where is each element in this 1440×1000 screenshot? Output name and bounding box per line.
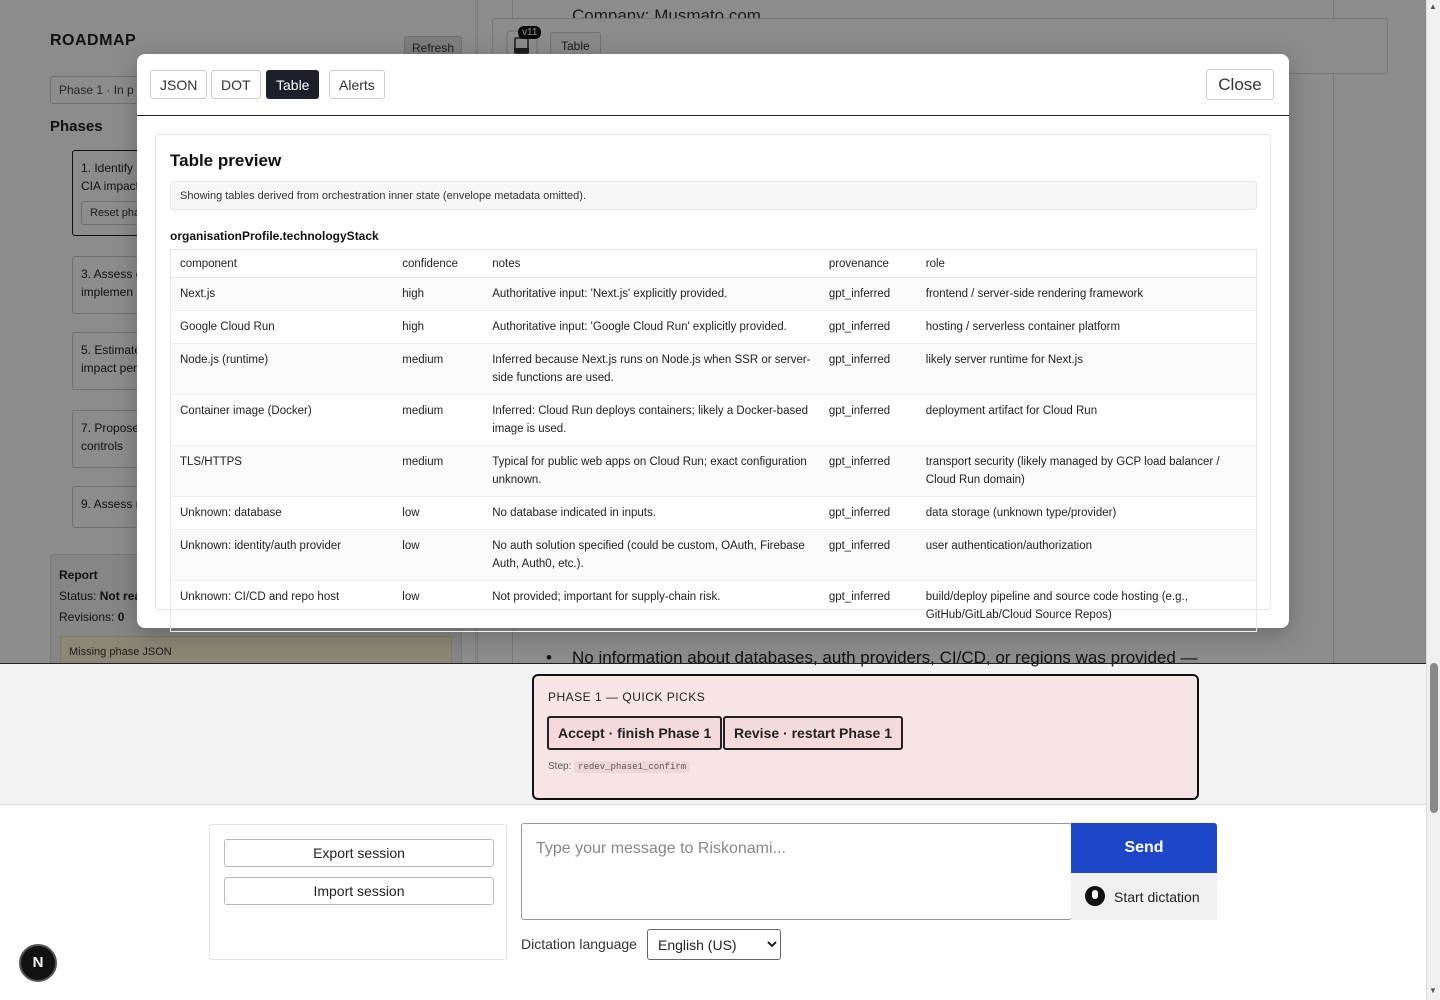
table-cell: Typical for public web apps on Cloud Run… (483, 445, 820, 497)
close-button[interactable]: Close (1206, 69, 1274, 100)
table-row: Next.js high Authoritative input: 'Next.js… (170, 277, 1257, 311)
quick-picks-panel: PHASE 1 — QUICK PICKS Accept · finish Ph… (532, 674, 1199, 800)
tab-json[interactable]: JSON (150, 70, 208, 99)
table-cell: No auth solution specified (could be cus… (483, 529, 820, 581)
table-cell: high (393, 310, 484, 344)
table-cell: Google Cloud Run (170, 310, 394, 344)
dictation-language-select[interactable]: English (US) (647, 929, 781, 960)
step-label: Step: (548, 761, 572, 772)
table-cell: transport security (likely managed by GC… (916, 445, 1257, 497)
start-dictation-button[interactable]: Start dictation (1071, 873, 1217, 920)
column-header: confidence (393, 249, 484, 278)
table-cell: low (393, 529, 484, 581)
table-cell: frontend / server-side rendering framewo… (916, 277, 1257, 311)
table-cell: Unknown: identity/auth provider (170, 529, 394, 581)
modal-header: JSON DOT Table Alerts Close (137, 54, 1289, 116)
next-logo-icon[interactable]: N (19, 944, 57, 982)
tab-table[interactable]: Table (266, 70, 320, 99)
table-cell: Next.js (170, 277, 394, 311)
column-header: provenance (819, 249, 917, 278)
table-cell: deployment artifact for Cloud Run (916, 394, 1257, 446)
accept-phase-button[interactable]: Accept · finish Phase 1 (547, 716, 723, 750)
dictation-language-label: Dictation language (521, 936, 637, 952)
table-row: Google Cloud Run high Authoritative input:… (170, 310, 1257, 344)
table-cell: gpt_inferred (819, 496, 917, 530)
table-cell: Inferred: Cloud Run deploys containers; … (483, 394, 820, 446)
scroll-up-icon[interactable]: ▲ (1429, 2, 1437, 11)
table-cell: Authoritative input: 'Next.js' explicitl… (483, 277, 820, 311)
table-cell: Node.js (runtime) (170, 343, 394, 395)
table-cell: gpt_inferred (819, 394, 917, 446)
table-body: Next.js high Authoritative input: 'Next.js… (170, 277, 1257, 632)
table-cell: Not provided; important for supply-chain… (483, 580, 820, 632)
session-panel: Export session Import session (209, 824, 507, 960)
table-cell: gpt_inferred (819, 580, 917, 632)
step-code: redev_phase1_confirm (574, 761, 691, 773)
table-cell: TLS/HTTPS (170, 445, 394, 497)
table-row: Unknown: database low No database indicate… (170, 496, 1257, 530)
table-cell: gpt_inferred (819, 277, 917, 311)
column-header: notes (483, 249, 820, 278)
table-cell: hosting / serverless container platform (916, 310, 1257, 344)
preview-modal: JSON DOT Table Alerts Close Table previe… (137, 54, 1289, 632)
send-button[interactable]: Send (1071, 823, 1217, 873)
table-cell: Inferred because Next.js runs on Node.js… (483, 343, 820, 395)
export-session-button[interactable]: Export session (224, 839, 494, 867)
table-row: TLS/HTTPS medium Typical for public web ap… (170, 445, 1257, 497)
table-cell: medium (393, 394, 484, 446)
revise-phase-button[interactable]: Revise · restart Phase 1 (723, 716, 903, 750)
table-cell: gpt_inferred (819, 529, 917, 581)
dictation-label: Start dictation (1114, 888, 1200, 905)
table-cell: medium (393, 343, 484, 395)
table-cell: gpt_inferred (819, 310, 917, 344)
table-preview: Table preview Showing tables derived fro… (155, 134, 1271, 632)
microphone-icon (1085, 886, 1105, 906)
table-cell: build/deploy pipeline and source code ho… (916, 580, 1257, 632)
table-cell: medium (393, 445, 484, 497)
table-row: Unknown: CI/CD and repo host low Not provi… (170, 580, 1257, 632)
column-header: role (916, 249, 1257, 278)
table-section-label: organisationProfile.technologyStack (170, 229, 379, 243)
table-cell: Authoritative input: 'Google Cloud Run' … (483, 310, 820, 344)
table-row: Node.js (runtime) medium Inferred because … (170, 343, 1257, 395)
divider (0, 663, 1426, 664)
table-cell: gpt_inferred (819, 445, 917, 497)
table-row: Container image (Docker) medium Inferred: … (170, 394, 1257, 446)
table-cell: data storage (unknown type/provider) (916, 496, 1257, 530)
table-cell: gpt_inferred (819, 343, 917, 395)
table-cell: No database indicated in inputs. (483, 496, 820, 530)
table-cell: Unknown: database (170, 496, 394, 530)
step-indicator: Step: redev_phase1_confirm (548, 761, 691, 773)
table-cell: Container image (Docker) (170, 394, 394, 446)
table-cell: low (393, 580, 484, 632)
table-cell: likely server runtime for Next.js (916, 343, 1257, 395)
preview-title: Table preview (170, 151, 282, 170)
page-scrollbar[interactable]: ▲ ▼ (1426, 0, 1440, 1000)
table-cell: low (393, 496, 484, 530)
scroll-thumb[interactable] (1430, 663, 1438, 813)
column-header: component (170, 249, 394, 278)
table-header-row: component confidence notes provenance ro… (170, 249, 1257, 278)
table-cell: high (393, 277, 484, 311)
table-cell: Unknown: CI/CD and repo host (170, 580, 394, 632)
table-cell: user authentication/authorization (916, 529, 1257, 581)
tab-alerts[interactable]: Alerts (329, 70, 385, 99)
message-input[interactable] (521, 823, 1072, 920)
technology-stack-table: component confidence notes provenance ro… (170, 249, 1257, 632)
table-row: Unknown: identity/auth provider low No aut… (170, 529, 1257, 581)
scroll-down-icon[interactable]: ▼ (1429, 986, 1437, 995)
quick-picks-title: PHASE 1 — QUICK PICKS (548, 690, 706, 704)
import-session-button[interactable]: Import session (224, 877, 494, 905)
tab-dot[interactable]: DOT (211, 70, 261, 99)
info-note: Showing tables derived from orchestratio… (170, 181, 1257, 210)
